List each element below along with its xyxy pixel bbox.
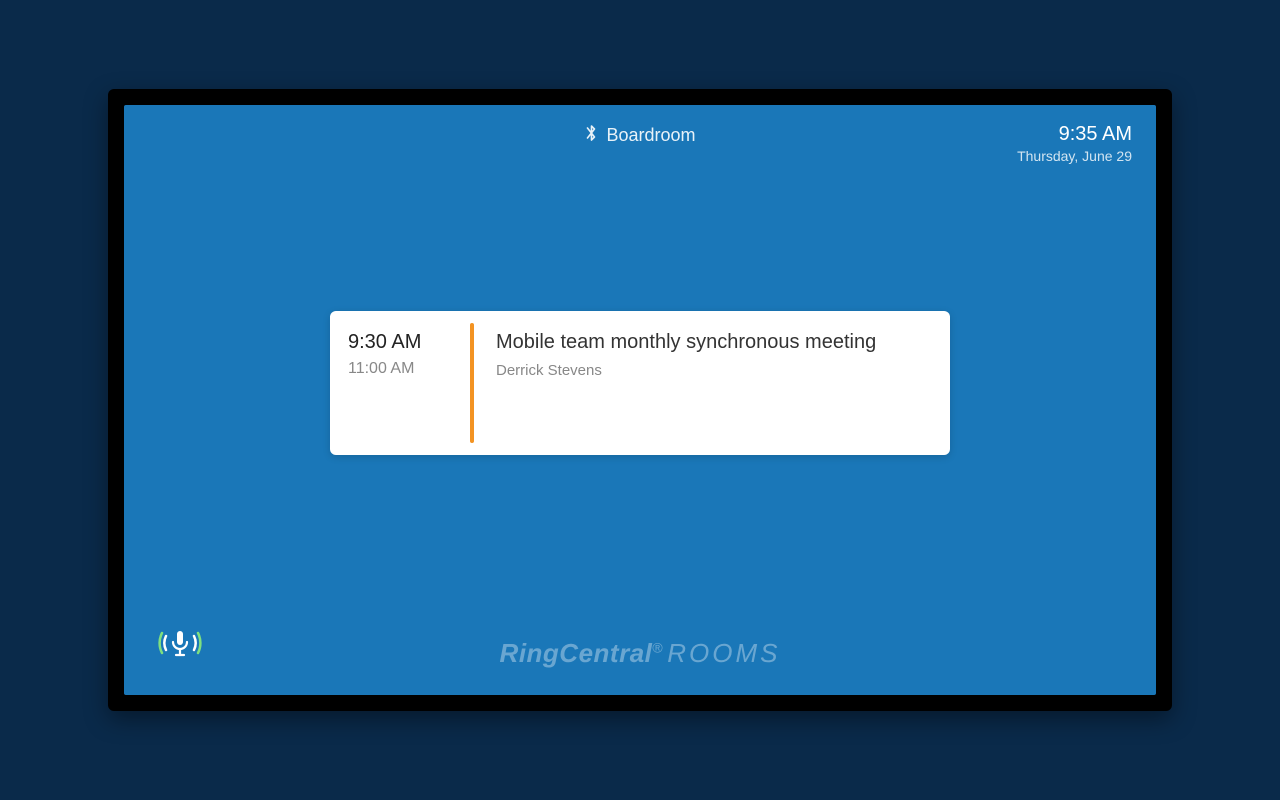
meeting-card[interactable]: 9:30 AM 11:00 AM Mobile team monthly syn… (330, 311, 950, 455)
clock-time: 9:35 AM (1017, 123, 1132, 146)
brand-suffix: ROOMS (667, 638, 780, 668)
meeting-organizer: Derrick Stevens (496, 362, 928, 379)
meeting-start-time: 9:30 AM (348, 331, 452, 354)
meeting-title: Mobile team monthly synchronous meeting (496, 331, 928, 354)
brand-logo: RingCentral®ROOMS (500, 638, 781, 669)
meeting-end-time: 11:00 AM (348, 360, 452, 378)
microphone-indicator[interactable] (152, 615, 208, 671)
device-frame: Boardroom 9:35 AM Thursday, June 29 9:30… (108, 89, 1172, 711)
meeting-details: Mobile team monthly synchronous meeting … (474, 311, 950, 455)
clock-area: 9:35 AM Thursday, June 29 (1017, 123, 1132, 164)
room-name-area: Boardroom (584, 123, 695, 148)
room-display-screen: Boardroom 9:35 AM Thursday, June 29 9:30… (124, 105, 1156, 695)
brand-name: RingCentral (500, 638, 653, 668)
top-bar: Boardroom 9:35 AM Thursday, June 29 (124, 123, 1156, 163)
clock-date: Thursday, June 29 (1017, 148, 1132, 164)
registered-mark: ® (652, 639, 663, 655)
bluetooth-icon (584, 123, 598, 148)
meeting-time-block: 9:30 AM 11:00 AM (330, 311, 470, 455)
room-name: Boardroom (606, 125, 695, 146)
